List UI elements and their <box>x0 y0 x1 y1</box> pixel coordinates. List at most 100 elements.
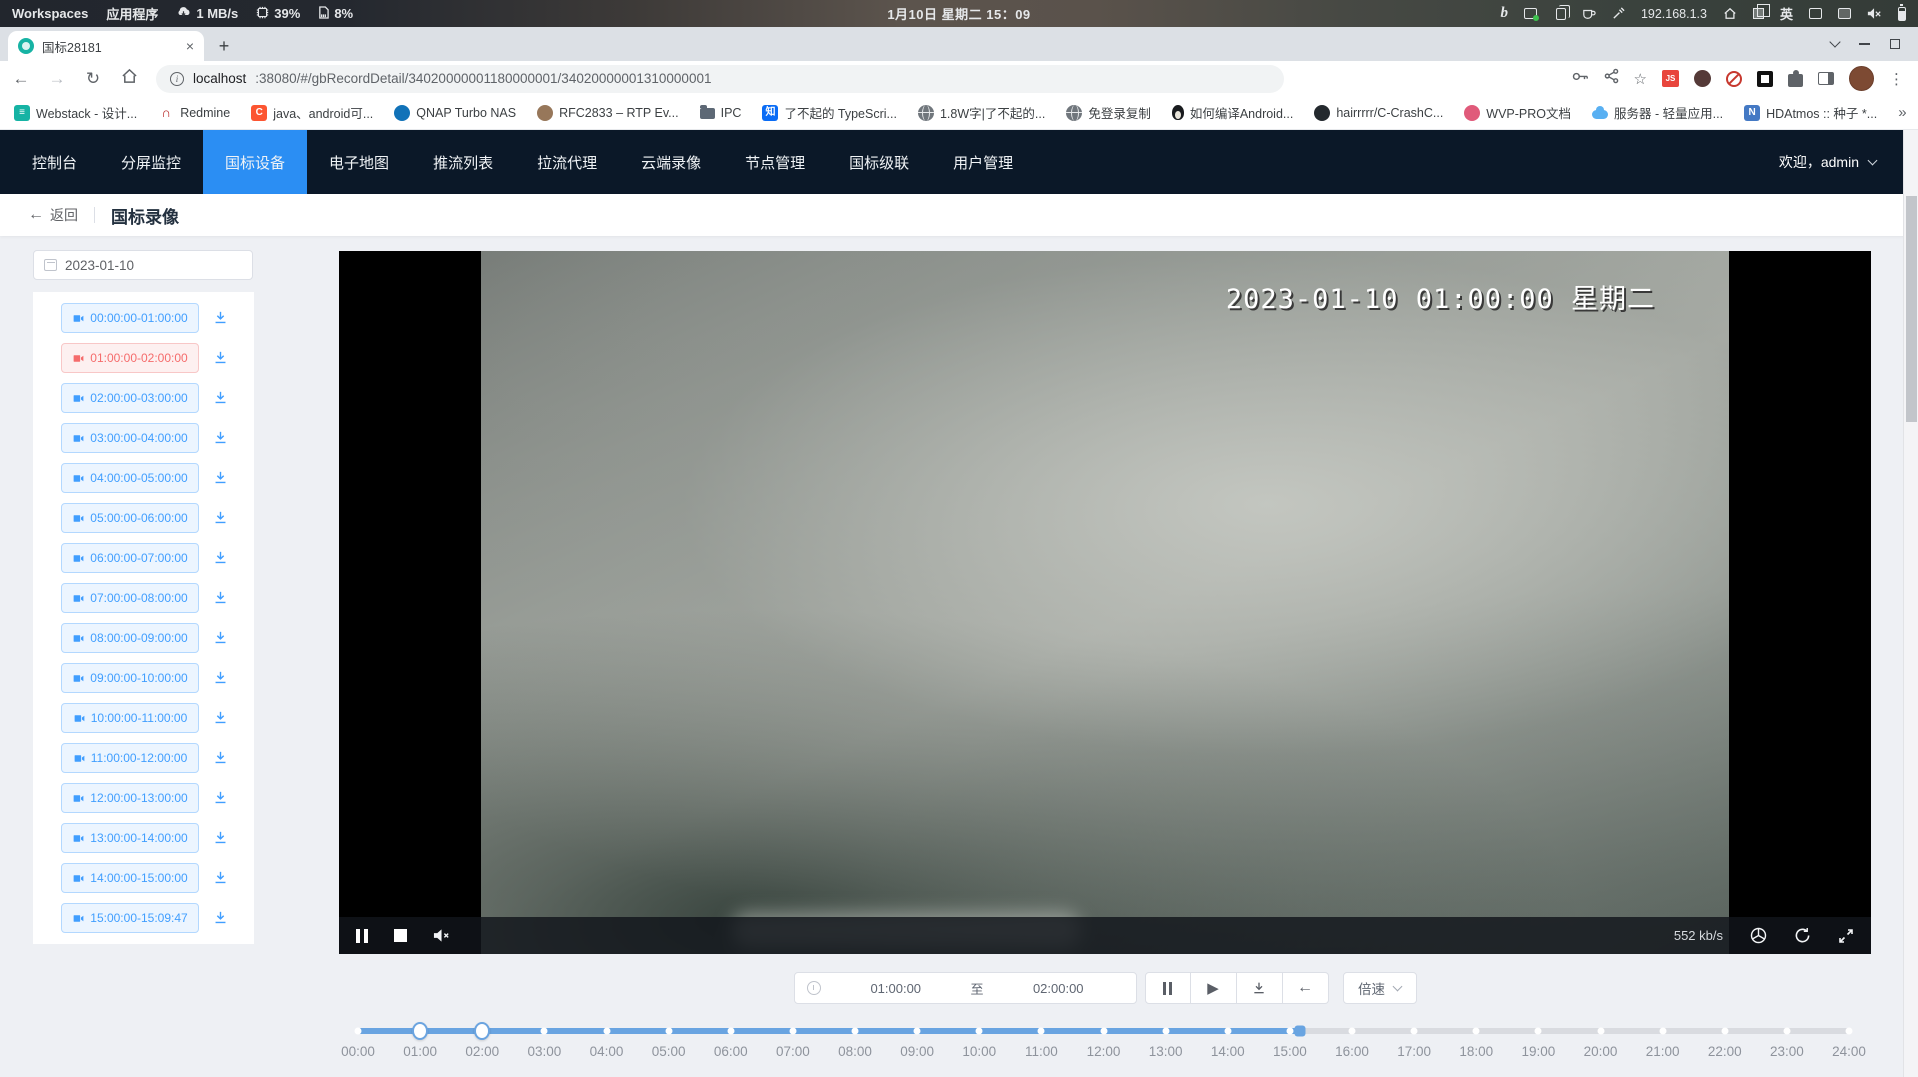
bookmark-item[interactable]: hairrrrr/C-CrashC... <box>1314 105 1443 121</box>
nav-tab-9[interactable]: 国标级联 <box>827 130 931 194</box>
share-icon[interactable] <box>1604 68 1619 89</box>
refresh-icon[interactable] <box>1794 927 1811 944</box>
window-maximize-icon[interactable] <box>1890 39 1900 49</box>
browser-menu-icon[interactable]: ⋮ <box>1889 70 1904 88</box>
window-tray-icon[interactable] <box>1809 8 1822 19</box>
download-segment-icon[interactable] <box>212 669 230 687</box>
segment-button[interactable]: 09:00:00-10:00:00 <box>61 663 199 693</box>
address-bar[interactable]: i localhost:38080/#/gbRecordDetail/34020… <box>156 65 1284 93</box>
segment-button[interactable]: 07:00:00-08:00:00 <box>61 583 199 613</box>
input-method-indicator[interactable]: 英 <box>1780 4 1793 23</box>
nav-tab-4[interactable]: 电子地图 <box>307 130 411 194</box>
download-segment-icon[interactable] <box>212 709 230 727</box>
bookmark-item[interactable]: NHDAtmos :: 种子 *... <box>1744 103 1877 122</box>
segment-button[interactable]: 01:00:00-02:00:00 <box>61 343 199 373</box>
scrollbar-thumb[interactable] <box>1906 196 1917 422</box>
page-scrollbar[interactable] <box>1903 130 1918 1077</box>
timeline-handle[interactable] <box>474 1022 490 1040</box>
end-time-value[interactable]: 02:00:00 <box>995 981 1122 996</box>
window-minimize-icon[interactable] <box>1859 43 1870 45</box>
pause-button[interactable] <box>1145 972 1191 1004</box>
bookmark-item[interactable]: 如何编译Android... <box>1172 103 1294 122</box>
extension-dark-icon[interactable] <box>1757 71 1773 87</box>
nav-tab-6[interactable]: 拉流代理 <box>515 130 619 194</box>
volume-muted-icon[interactable] <box>1867 7 1882 20</box>
segment-button[interactable]: 14:00:00-15:00:00 <box>61 863 199 893</box>
download-segment-icon[interactable] <box>212 749 230 767</box>
mute-icon[interactable] <box>433 928 451 943</box>
user-menu[interactable]: 欢迎，admin <box>1779 130 1876 194</box>
tab-search-chevron-icon[interactable] <box>1829 36 1840 47</box>
segment-button[interactable]: 08:00:00-09:00:00 <box>61 623 199 653</box>
time-range-input[interactable]: 01:00:00 至 02:00:00 <box>794 972 1137 1004</box>
coffee-cup-icon[interactable] <box>1582 7 1596 20</box>
browser-tab[interactable]: 国标28181 × <box>8 31 204 61</box>
ip-address[interactable]: 192.168.1.3 <box>1641 7 1707 21</box>
nav-tab-7[interactable]: 云端录像 <box>619 130 723 194</box>
home-icon[interactable] <box>118 68 140 89</box>
clock[interactable]: 1月10日 星期二 15：09 <box>887 4 1030 23</box>
download-segment-icon[interactable] <box>212 869 230 887</box>
seek-back-button[interactable]: ← <box>1283 972 1329 1004</box>
nav-tab-1[interactable]: 控制台 <box>10 130 99 194</box>
segment-button[interactable]: 15:00:00-15:09:47 <box>61 903 199 933</box>
nav-tab-8[interactable]: 节点管理 <box>723 130 827 194</box>
bookmark-item[interactable]: ∩Redmine <box>158 105 230 121</box>
stop-icon[interactable] <box>394 929 407 942</box>
extension-blocker-icon[interactable] <box>1726 71 1742 87</box>
bookmark-item[interactable]: WVP-PRO文档 <box>1464 103 1571 122</box>
segment-button[interactable]: 11:00:00-12:00:00 <box>61 743 199 773</box>
applications-menu[interactable]: 应用程序 <box>106 4 158 23</box>
download-segment-icon[interactable] <box>212 789 230 807</box>
download-segment-icon[interactable] <box>212 909 230 927</box>
download-segment-icon[interactable] <box>212 629 230 647</box>
bookmark-star-icon[interactable]: ☆ <box>1634 70 1647 88</box>
nav-tab-10[interactable]: 用户管理 <box>931 130 1035 194</box>
segment-button[interactable]: 04:00:00-05:00:00 <box>61 463 199 493</box>
battery-icon[interactable] <box>1898 7 1906 21</box>
download-segment-icon[interactable] <box>212 309 230 327</box>
date-picker[interactable]: 2023-01-10 <box>33 250 253 280</box>
reload-icon[interactable]: ↻ <box>82 69 104 89</box>
bookmark-item[interactable]: 免登录复制 <box>1066 103 1151 122</box>
segment-button[interactable]: 00:00:00-01:00:00 <box>61 303 199 333</box>
download-segment-icon[interactable] <box>212 389 230 407</box>
site-info-icon[interactable]: i <box>170 72 184 86</box>
download-segment-icon[interactable] <box>212 829 230 847</box>
download-button[interactable] <box>1237 972 1283 1004</box>
window-alt-tray-icon[interactable] <box>1838 8 1851 19</box>
tab-close-icon[interactable]: × <box>186 38 194 54</box>
video-player[interactable]: 2023-01-10 01:00:00 星期二 552 kb/s <box>339 251 1871 954</box>
extension-incognito-icon[interactable] <box>1694 70 1711 87</box>
download-segment-icon[interactable] <box>212 509 230 527</box>
timeline-handle[interactable] <box>412 1022 428 1040</box>
segment-button[interactable]: 06:00:00-07:00:00 <box>61 543 199 573</box>
back-icon[interactable]: ← <box>10 69 32 89</box>
video-frame[interactable] <box>481 251 1729 954</box>
speed-dropdown[interactable]: 倍速 <box>1343 972 1417 1004</box>
side-panel-icon[interactable] <box>1818 72 1834 85</box>
bing-tray-icon[interactable]: b <box>1500 5 1508 22</box>
download-segment-icon[interactable] <box>212 429 230 447</box>
clipboard-tray-icon[interactable] <box>1556 8 1566 20</box>
extension-js-icon[interactable]: JS <box>1662 70 1679 87</box>
color-picker-icon[interactable] <box>1612 7 1625 20</box>
profile-avatar[interactable] <box>1849 66 1874 91</box>
bookmark-item[interactable]: RFC2833 – RTP Ev... <box>537 105 679 121</box>
nav-tab-3[interactable]: 国标设备 <box>203 130 307 194</box>
fullscreen-icon[interactable] <box>1838 928 1854 944</box>
workspace-switcher-icon[interactable] <box>1753 8 1764 19</box>
start-time-value[interactable]: 01:00:00 <box>833 981 960 996</box>
segment-button[interactable]: 13:00:00-14:00:00 <box>61 823 199 853</box>
forward-icon[interactable]: → <box>46 69 68 89</box>
snapshot-shutter-icon[interactable] <box>1750 927 1767 944</box>
segment-button[interactable]: 03:00:00-04:00:00 <box>61 423 199 453</box>
segment-button[interactable]: 12:00:00-13:00:00 <box>61 783 199 813</box>
back-button[interactable]: ← 返回 <box>28 205 78 225</box>
segment-button[interactable]: 02:00:00-03:00:00 <box>61 383 199 413</box>
nav-tab-5[interactable]: 推流列表 <box>411 130 515 194</box>
bookmark-item[interactable]: Cjava、android可... <box>251 103 373 122</box>
pause-icon[interactable] <box>356 929 368 943</box>
segment-button[interactable]: 10:00:00-11:00:00 <box>61 703 199 733</box>
download-segment-icon[interactable] <box>212 349 230 367</box>
